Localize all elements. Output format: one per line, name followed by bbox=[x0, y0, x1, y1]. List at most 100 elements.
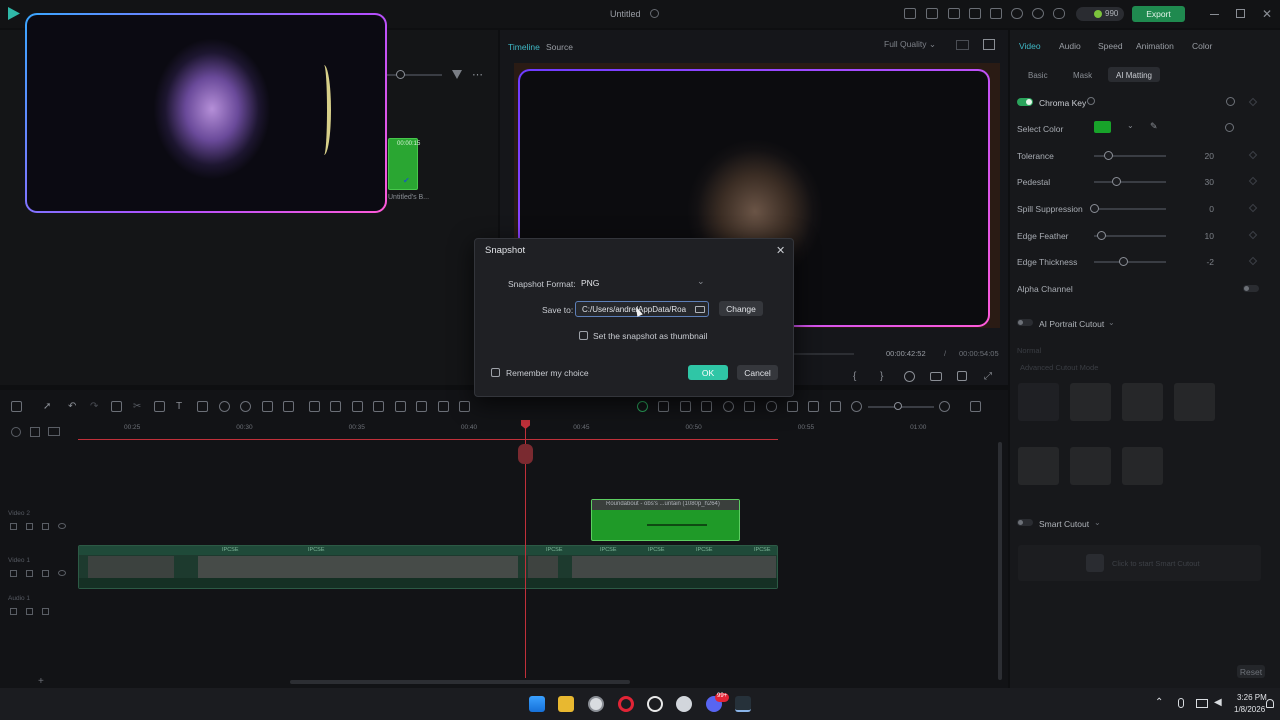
track-controls-video-1[interactable] bbox=[10, 570, 70, 579]
slider-value[interactable]: 0 bbox=[1192, 204, 1214, 214]
dialog-close-icon[interactable]: ✕ bbox=[776, 244, 785, 257]
color-match-icon[interactable] bbox=[395, 401, 406, 412]
slider-knob[interactable] bbox=[1111, 177, 1121, 186]
notification-bell-icon[interactable] bbox=[1266, 699, 1274, 708]
subtab-ai-matting[interactable]: AI Matting bbox=[1108, 67, 1160, 82]
snapshot-view-icon[interactable] bbox=[983, 39, 995, 50]
marker-icon[interactable] bbox=[723, 401, 734, 412]
mixer-icon[interactable] bbox=[787, 401, 798, 412]
keyframe-track-icon[interactable] bbox=[330, 401, 341, 412]
link-icon[interactable] bbox=[42, 608, 49, 615]
timeline-zoom-knob[interactable] bbox=[894, 402, 902, 410]
pip-icon[interactable] bbox=[808, 401, 819, 412]
transform-icon[interactable] bbox=[283, 401, 294, 412]
shield-icon[interactable] bbox=[744, 401, 755, 412]
camera-icon[interactable] bbox=[930, 372, 942, 381]
motion-icon[interactable] bbox=[309, 401, 320, 412]
volume-icon[interactable] bbox=[26, 608, 33, 615]
volume-icon[interactable] bbox=[26, 570, 33, 577]
layout-icon[interactable] bbox=[11, 401, 22, 412]
smart-cutout-area[interactable]: Click to start Smart Cutout bbox=[1018, 545, 1261, 581]
clock-date[interactable]: 1/8/2026 bbox=[1234, 705, 1265, 714]
slider-value[interactable]: 30 bbox=[1192, 177, 1214, 187]
remember-checkbox[interactable] bbox=[491, 368, 500, 377]
quality-select[interactable]: Full Quality ⌄ bbox=[884, 39, 936, 50]
fullscreen-icon[interactable]: ⤢ bbox=[984, 371, 992, 382]
close-icon[interactable]: ✕ bbox=[1262, 7, 1272, 21]
minimize-icon[interactable] bbox=[1210, 14, 1219, 15]
reset-button[interactable]: Reset bbox=[1237, 665, 1265, 678]
portrait-preset[interactable] bbox=[1174, 383, 1215, 421]
thumbnail-checkbox[interactable] bbox=[579, 331, 588, 340]
props-tab-color[interactable]: Color bbox=[1192, 41, 1212, 51]
smart-cutout-toggle[interactable] bbox=[1017, 519, 1033, 526]
portrait-preset[interactable] bbox=[1018, 447, 1059, 485]
ai-icon[interactable] bbox=[197, 401, 208, 412]
cloud-icon[interactable] bbox=[1011, 8, 1023, 19]
change-button[interactable]: Change bbox=[719, 301, 763, 316]
tray-chevron-icon[interactable]: ⌃ bbox=[1155, 697, 1163, 708]
snap-icon[interactable] bbox=[637, 401, 648, 412]
compare-icon[interactable] bbox=[956, 40, 969, 50]
timeline-vertical-scrollbar[interactable] bbox=[998, 442, 1002, 680]
trash-icon[interactable] bbox=[904, 8, 916, 19]
settings-icon[interactable] bbox=[1032, 8, 1044, 19]
props-tab-audio[interactable]: Audio bbox=[1059, 41, 1081, 51]
volume-icon[interactable] bbox=[957, 371, 967, 381]
undo-icon[interactable]: ↶ bbox=[68, 401, 79, 412]
delete-icon[interactable] bbox=[111, 401, 122, 412]
portrait-preset[interactable] bbox=[1070, 383, 1111, 421]
opera-icon[interactable] bbox=[618, 696, 634, 712]
ok-button[interactable]: OK bbox=[688, 365, 728, 380]
cancel-button[interactable]: Cancel bbox=[737, 365, 778, 380]
select-tool-icon[interactable]: ➚ bbox=[43, 401, 54, 412]
portrait-preset[interactable] bbox=[1122, 383, 1163, 421]
ai-portrait-chevron-icon[interactable]: ⌄ bbox=[1108, 318, 1115, 327]
detach-icon[interactable] bbox=[459, 401, 470, 412]
mark-in-icon[interactable]: { bbox=[853, 371, 856, 382]
overlay-clip[interactable]: Roundabout - obs's ...untain (1080p_h264… bbox=[591, 499, 740, 541]
timeline-zoom-slider[interactable] bbox=[868, 402, 934, 410]
slider-value[interactable]: 10 bbox=[1192, 231, 1214, 241]
headset-icon[interactable] bbox=[1053, 8, 1065, 19]
props-tab-animation[interactable]: Animation bbox=[1136, 41, 1174, 51]
duration-icon[interactable] bbox=[240, 401, 251, 412]
slider-track[interactable] bbox=[1090, 204, 1166, 213]
export-button[interactable]: Export bbox=[1132, 6, 1185, 22]
audio-stretch-icon[interactable] bbox=[416, 401, 427, 412]
cloud-status-icon[interactable] bbox=[650, 9, 659, 18]
color-dropdown-icon[interactable]: ⌄ bbox=[1127, 121, 1134, 130]
alpha-channel-toggle[interactable] bbox=[1243, 285, 1259, 292]
chroma-key-toggle[interactable] bbox=[1017, 98, 1033, 106]
scene-icon[interactable] bbox=[701, 401, 712, 412]
slider-knob[interactable] bbox=[1090, 204, 1099, 213]
timeline-horizontal-scrollbar[interactable] bbox=[290, 680, 630, 684]
portrait-preset[interactable] bbox=[1070, 447, 1111, 485]
mask-tool-icon[interactable] bbox=[352, 401, 363, 412]
track-manager-icon[interactable] bbox=[48, 427, 60, 436]
eye-icon[interactable] bbox=[58, 523, 66, 529]
subtab-basic[interactable]: Basic bbox=[1028, 71, 1048, 80]
microphone-icon[interactable] bbox=[766, 401, 777, 412]
zoom-out-icon[interactable] bbox=[851, 401, 862, 412]
more-icon[interactable]: ⋯ bbox=[472, 68, 483, 81]
track-controls-audio-1[interactable] bbox=[10, 608, 60, 617]
windows-start-icon[interactable] bbox=[529, 696, 545, 712]
clock-time[interactable]: 3:26 PM bbox=[1237, 693, 1267, 702]
ai-portrait-toggle[interactable] bbox=[1017, 319, 1033, 326]
mark-out-icon[interactable]: } bbox=[880, 371, 883, 382]
steam-icon[interactable] bbox=[676, 696, 692, 712]
props-tab-speed[interactable]: Speed bbox=[1098, 41, 1123, 51]
filmora-icon[interactable] bbox=[735, 696, 751, 712]
lock-icon[interactable] bbox=[10, 523, 17, 530]
crop-icon[interactable] bbox=[154, 401, 165, 412]
split-icon[interactable]: ✂ bbox=[133, 401, 144, 412]
send-icon[interactable] bbox=[926, 8, 938, 19]
playhead-marker[interactable] bbox=[518, 444, 533, 464]
slider-track[interactable] bbox=[1094, 177, 1166, 186]
link-icon[interactable] bbox=[42, 570, 49, 577]
lock-icon[interactable] bbox=[10, 570, 17, 577]
track-controls-video-2[interactable] bbox=[10, 523, 70, 532]
file-explorer-icon[interactable] bbox=[558, 696, 574, 712]
stabilize-icon[interactable] bbox=[373, 401, 384, 412]
